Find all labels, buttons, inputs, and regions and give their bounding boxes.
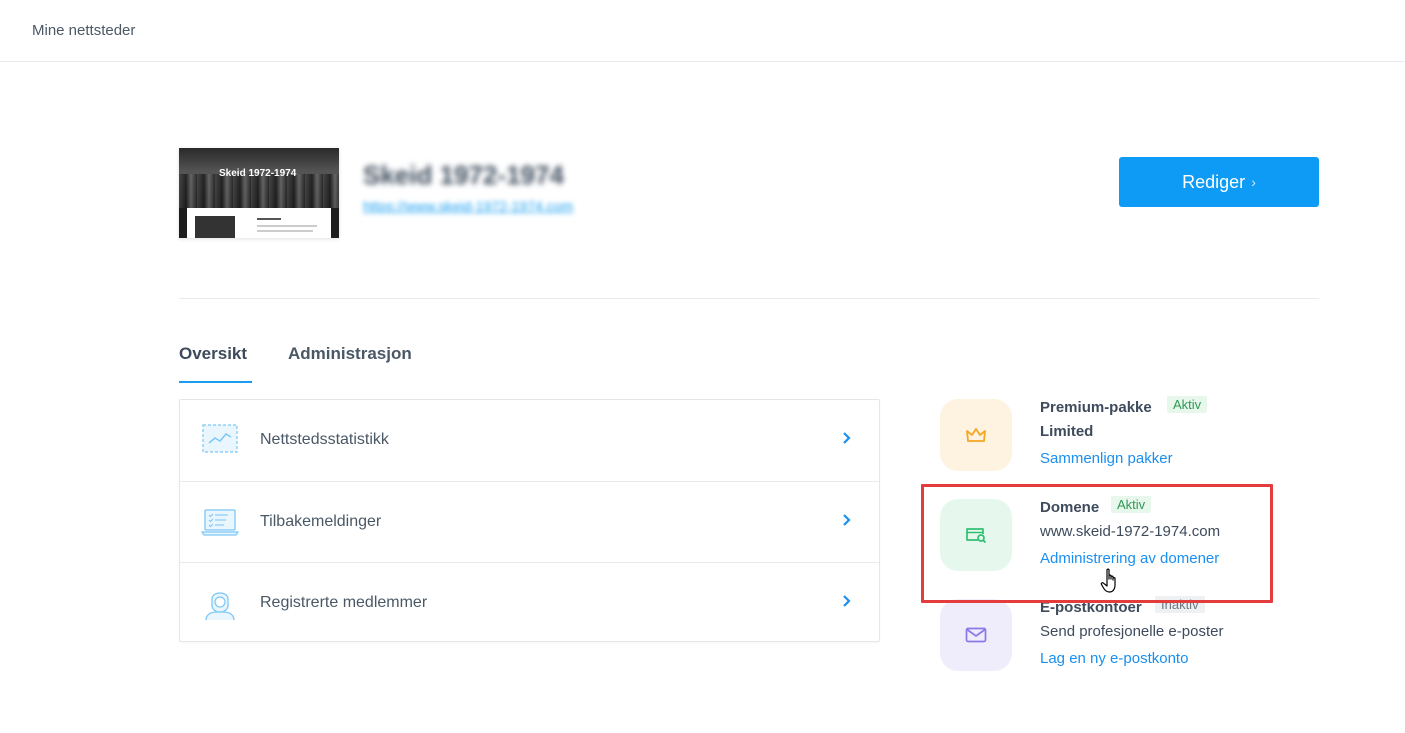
breadcrumb-my-sites[interactable]: Mine nettsteder: [32, 22, 135, 39]
site-url-link[interactable]: https://www.skeid-1972-1974.com: [363, 198, 573, 214]
status-badge: Inaktiv: [1155, 596, 1205, 613]
edit-button[interactable]: Rediger ›: [1119, 157, 1319, 207]
list-item-label: Registrerte medlemmer: [260, 594, 428, 611]
manage-domains-link[interactable]: Administrering av domener: [1040, 550, 1219, 567]
chart-icon: [200, 422, 240, 458]
edit-button-label: Rediger: [1182, 171, 1246, 192]
list-item-label: Nettstedsstatistikk: [260, 431, 389, 448]
status-badge: Aktiv: [1167, 396, 1208, 413]
thumbnail-content: [187, 208, 331, 238]
list-item-registered-members[interactable]: Registrerte medlemmer: [180, 562, 879, 643]
chevron-right-icon: [841, 591, 853, 611]
top-bar: Mine nettsteder: [0, 0, 1405, 62]
crown-icon: [940, 399, 1012, 471]
mail-icon: [940, 599, 1012, 671]
site-name: Skeid 1972-1974: [363, 160, 564, 190]
thumbnail-title: Skeid 1972-1974: [219, 168, 297, 179]
feature-domain: Domene Aktiv www.skeid-1972-1974.com Adm…: [940, 496, 1300, 579]
tab-administration[interactable]: Administrasjon: [288, 344, 412, 364]
active-tab-indicator: [179, 381, 252, 383]
section-divider: [179, 298, 1319, 299]
chevron-right-icon: ›: [1251, 174, 1256, 190]
list-item-label: Tilbakemeldinger: [260, 513, 382, 530]
feature-title: Premium-pakke: [1040, 399, 1152, 416]
hand-cursor-icon: [1100, 568, 1122, 594]
feature-title: E-postkontoer: [1040, 599, 1142, 616]
chevron-right-icon: [841, 428, 853, 448]
create-email-account-link[interactable]: Lag en ny e-postkonto: [1040, 650, 1188, 667]
domain-name: www.skeid-1972-1974.com: [1040, 523, 1221, 540]
laptop-checklist-icon: [200, 504, 240, 540]
feature-email: E-postkontoer Inaktiv Send profesjonelle…: [940, 596, 1300, 679]
member-icon: [200, 585, 240, 621]
tab-overview[interactable]: Oversikt: [179, 344, 247, 364]
list-item-site-statistics[interactable]: Nettstedsstatistikk: [180, 400, 879, 481]
list-item-feedback[interactable]: Tilbakemeldinger: [180, 481, 879, 562]
status-badge: Aktiv: [1111, 496, 1152, 513]
feature-description: Limited: [1040, 423, 1094, 440]
site-header: Skeid 1972-1974 Skeid 1972-1974 https://…: [179, 148, 1319, 243]
chevron-right-icon: [841, 510, 853, 530]
feature-description: Send profesjonelle e-poster: [1040, 623, 1224, 640]
domain-search-icon: [940, 499, 1012, 571]
overview-list: Nettstedsstatistikk Tilbakemeldinger Reg…: [179, 399, 880, 642]
feature-title: Domene: [1040, 499, 1100, 516]
feature-premium: Premium-pakke Aktiv Limited Sammenlign p…: [940, 396, 1300, 479]
site-thumbnail[interactable]: Skeid 1972-1974: [179, 148, 339, 238]
compare-packages-link[interactable]: Sammenlign pakker: [1040, 450, 1173, 467]
